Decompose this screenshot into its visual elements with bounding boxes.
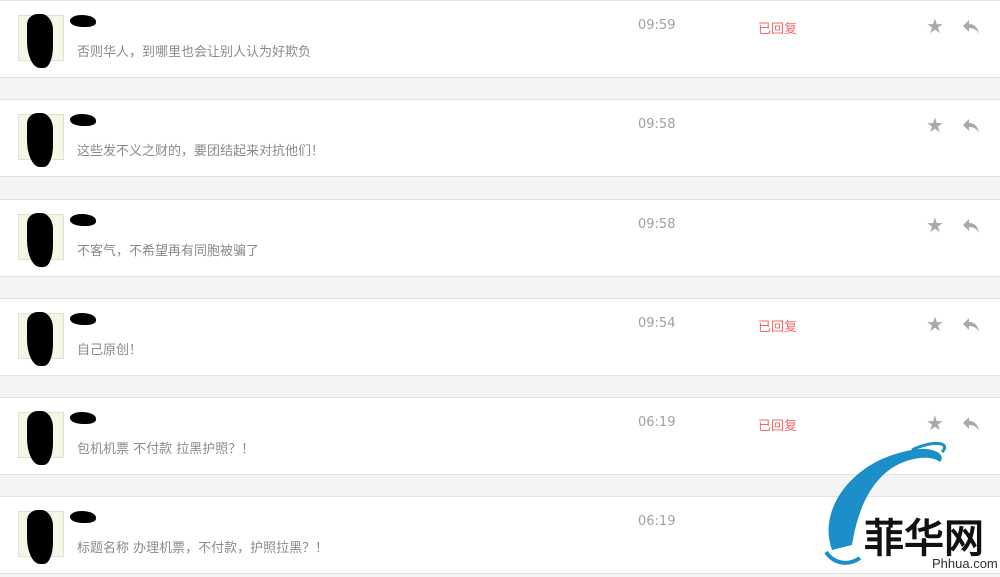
reply-arrow-icon[interactable] — [961, 415, 981, 433]
avatar[interactable] — [18, 312, 64, 366]
avatar[interactable] — [18, 113, 64, 167]
redacted-avatar — [27, 14, 53, 68]
redacted-avatar — [27, 312, 53, 366]
avatar[interactable] — [18, 510, 64, 564]
message-row[interactable]: 这些发不义之财的，要团结起来对抗他们！ 09:58 ★ — [0, 99, 1000, 177]
message-time: 06:19 — [638, 514, 676, 529]
reply-arrow-icon[interactable] — [961, 217, 981, 235]
reply-status-badge: 已回复 — [758, 419, 798, 434]
avatar[interactable] — [18, 411, 64, 465]
star-icon[interactable]: ★ — [926, 413, 944, 433]
message-text[interactable]: 标题名称 办理机票，不付款，护照拉黑？！ — [77, 537, 328, 556]
redacted-avatar — [27, 113, 53, 167]
message-text[interactable]: 否则华人，到哪里也会让别人认为好欺负 — [77, 41, 311, 60]
redacted-username — [70, 15, 96, 27]
logo-text: 菲华网 — [864, 515, 984, 562]
message-row[interactable]: 不客气，不希望再有同胞被骗了 09:58 ★ — [0, 199, 1000, 277]
message-time: 06:19 — [638, 415, 676, 430]
message-time: 09:58 — [638, 117, 676, 132]
reply-status-badge: 已回复 — [758, 22, 798, 37]
avatar[interactable] — [18, 14, 64, 68]
star-icon[interactable]: ★ — [926, 314, 944, 334]
watermark-url: Phhua.com — [932, 556, 998, 571]
star-icon[interactable]: ★ — [926, 16, 944, 36]
redacted-avatar — [27, 510, 53, 564]
star-icon[interactable]: ★ — [926, 115, 944, 135]
message-time: 09:54 — [638, 316, 676, 331]
redacted-username — [70, 114, 96, 126]
redacted-avatar — [27, 213, 53, 267]
reply-arrow-icon[interactable] — [961, 117, 981, 135]
reply-status-badge: 已回复 — [758, 320, 798, 335]
reply-arrow-icon[interactable] — [961, 316, 981, 334]
redacted-username — [70, 511, 96, 523]
message-time: 09:59 — [638, 18, 676, 33]
message-time: 09:58 — [638, 217, 676, 232]
redacted-avatar — [27, 411, 53, 465]
message-row[interactable]: 否则华人，到哪里也会让别人认为好欺负 09:59 已回复 ★ — [0, 0, 1000, 78]
message-text[interactable]: 不客气，不希望再有同胞被骗了 — [77, 240, 259, 259]
message-text[interactable]: 这些发不义之财的，要团结起来对抗他们！ — [77, 140, 324, 159]
message-row[interactable]: 自己原创！ 09:54 已回复 ★ — [0, 298, 1000, 376]
message-text[interactable]: 包机机票 不付款 拉黑护照？！ — [77, 438, 254, 457]
star-icon[interactable]: ★ — [926, 215, 944, 235]
reply-arrow-icon[interactable] — [961, 18, 981, 36]
avatar[interactable] — [18, 213, 64, 267]
redacted-username — [70, 214, 96, 226]
redacted-username — [70, 313, 96, 325]
redacted-username — [70, 412, 96, 424]
message-text[interactable]: 自己原创！ — [77, 339, 142, 358]
